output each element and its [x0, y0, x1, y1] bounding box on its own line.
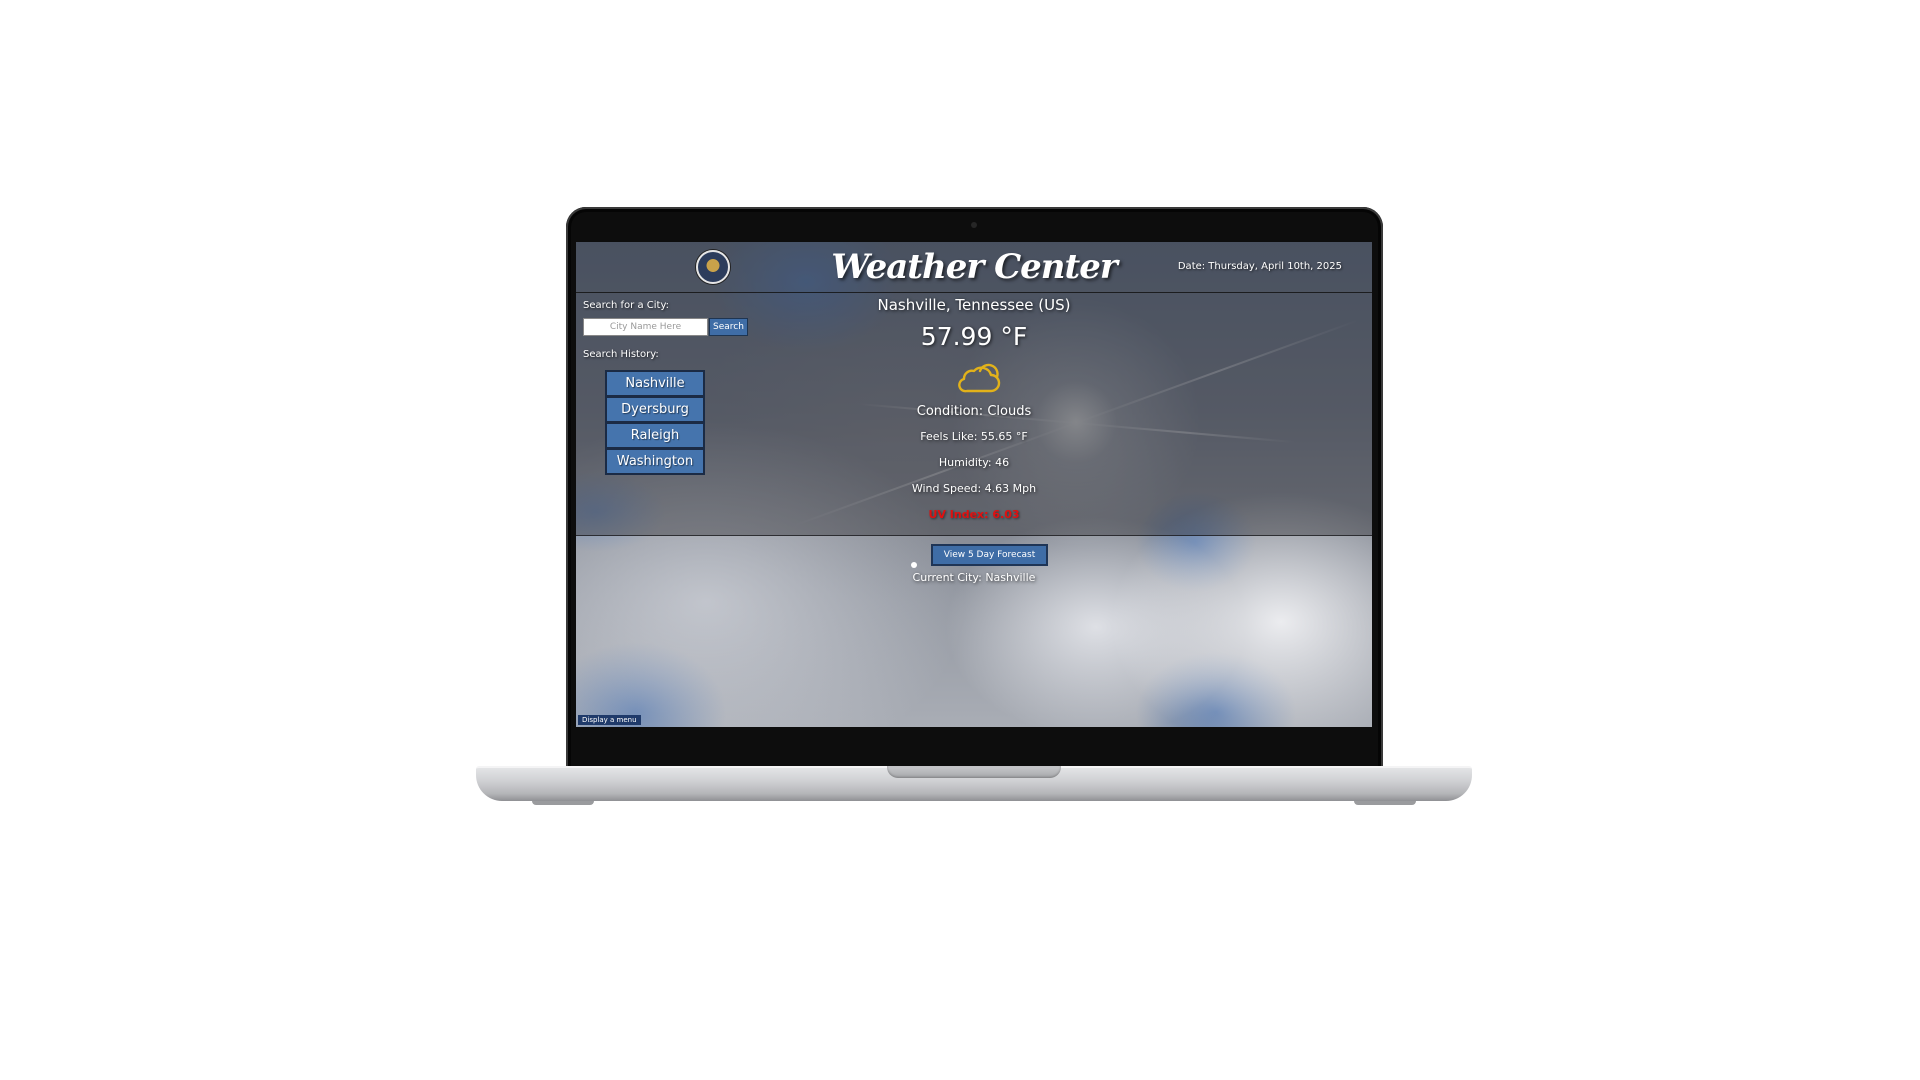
view-forecast-button[interactable]: View 5 Day Forecast: [931, 544, 1048, 566]
temperature: 57.99 °F: [920, 322, 1028, 351]
wind-speed: Wind Speed: 4.63 Mph: [911, 482, 1037, 495]
laptop-foot-left: [532, 801, 594, 805]
mouse-cursor: [911, 562, 917, 568]
display-menu-tooltip[interactable]: Display a menu: [578, 715, 641, 725]
current-city: Current City: Nashville: [912, 571, 1036, 584]
section-divider: [576, 535, 1372, 536]
condition: Condition: Clouds: [916, 404, 1032, 419]
browser-viewport: Weather Center Date: Thursday, April 10t…: [576, 242, 1372, 727]
camera-dot: [971, 222, 977, 228]
feels-like: Feels Like: 55.65 °F: [920, 430, 1028, 443]
hinge-notch: [887, 766, 1061, 778]
date-label: Date: Thursday, April 10th, 2025: [1177, 261, 1342, 272]
cloud-icon: [958, 363, 1001, 393]
laptop-base: [476, 766, 1472, 801]
humidity: Humidity: 46: [938, 456, 1010, 469]
site-header: Weather Center Date: Thursday, April 10t…: [576, 242, 1372, 293]
uv-index: UV Index: 6.03: [928, 508, 1020, 521]
laptop-foot-right: [1354, 801, 1416, 805]
city-location: Nashville, Tennessee (US): [877, 296, 1071, 314]
history-button-nashville[interactable]: Nashville: [605, 370, 705, 397]
